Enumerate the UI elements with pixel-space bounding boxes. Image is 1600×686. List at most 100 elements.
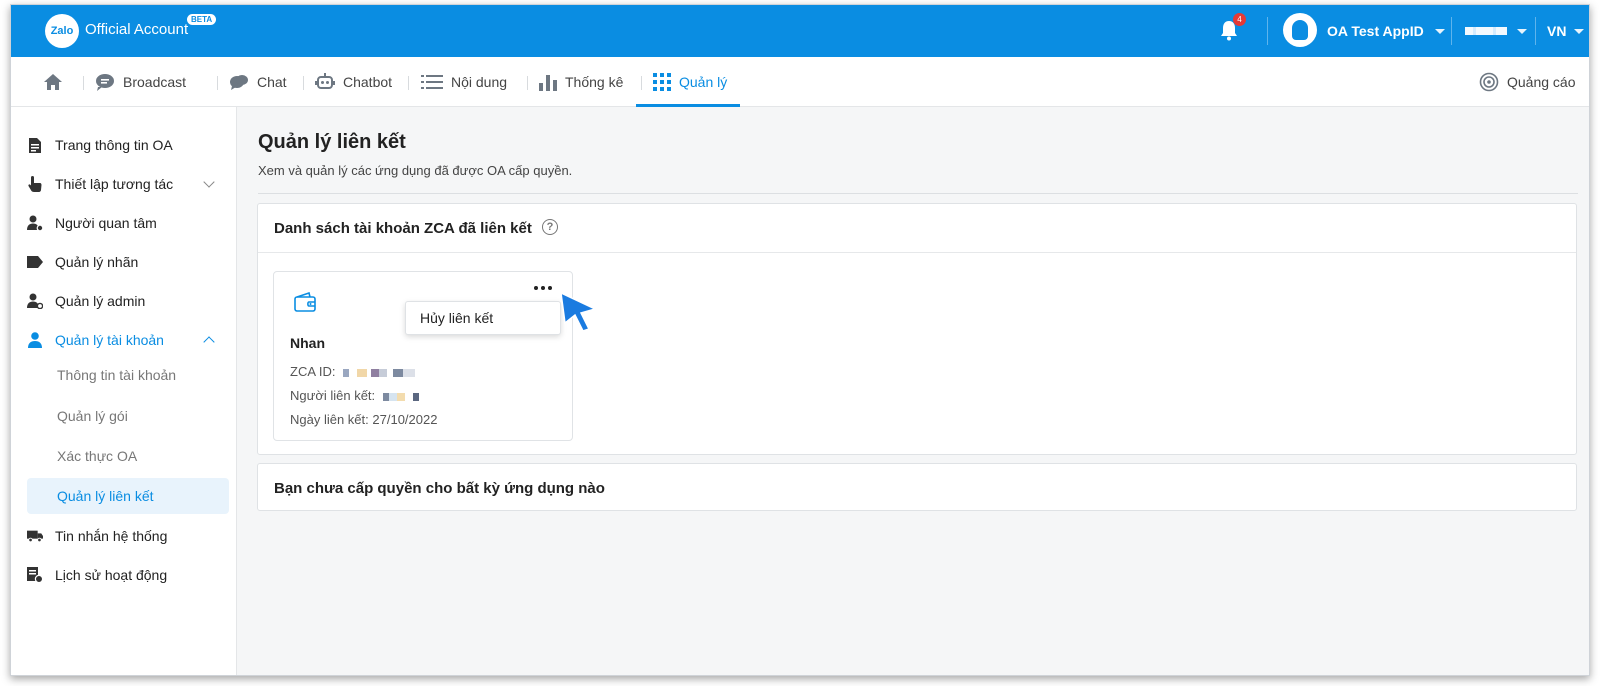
- panel-title: Danh sách tài khoản ZCA đã liên kết: [274, 220, 532, 237]
- tab-statistics[interactable]: Thống kê: [539, 57, 623, 107]
- divider: [1267, 17, 1268, 45]
- robot-icon: [315, 73, 335, 91]
- divider: [1535, 17, 1536, 45]
- sidebar-subitem-packages[interactable]: Quản lý gói: [27, 398, 229, 434]
- tab-label: Broadcast: [123, 74, 187, 90]
- divider: [258, 193, 1578, 194]
- redacted-zca-id: [343, 368, 416, 377]
- more-options-icon[interactable]: [534, 286, 552, 290]
- grid-icon: [653, 73, 671, 91]
- tab-label: Quản lý: [679, 74, 728, 90]
- panel-title: Bạn chưa cấp quyền cho bất kỳ ứng dụng n…: [274, 480, 605, 497]
- sidebar-item-label: Thiết lập tương tác: [55, 176, 174, 192]
- tab-label: Thống kê: [565, 74, 624, 90]
- cursor-pointer-icon: [560, 291, 598, 332]
- divider: [1451, 17, 1452, 45]
- sidebar-item-label: Tin nhắn hệ thống: [55, 528, 168, 544]
- sidebar-item-oa-info[interactable]: Trang thông tin OA: [27, 127, 221, 163]
- page-title: Quản lý liên kết: [258, 131, 406, 153]
- chevron-down-icon[interactable]: [1435, 29, 1445, 34]
- page-subtitle: Xem và quản lý các ứng dụng đã được OA c…: [258, 163, 573, 178]
- tab-chatbot[interactable]: Chatbot: [315, 57, 392, 107]
- sidebar-item-system-messages[interactable]: Tin nhắn hệ thống: [27, 518, 221, 554]
- chevron-down-icon[interactable]: [1574, 29, 1584, 34]
- linker-row: Người liên kết:: [290, 388, 425, 403]
- home-icon: [44, 74, 62, 90]
- truck-icon: [27, 528, 43, 544]
- tab-broadcast[interactable]: Broadcast: [95, 57, 186, 107]
- user-admin-icon: [27, 293, 43, 309]
- ads-label: Quảng cáo: [1507, 74, 1576, 90]
- zca-id-row: ZCA ID:: [290, 364, 416, 379]
- history-document-icon: [27, 567, 43, 583]
- tab-content[interactable]: Nội dung: [421, 57, 507, 107]
- sidebar-subitem-label: Thông tin tài khoản: [57, 367, 177, 383]
- target-icon: [1479, 72, 1499, 92]
- sidebar-item-interaction-settings[interactable]: Thiết lập tương tác: [27, 166, 221, 202]
- nav-divider: [408, 76, 409, 90]
- document-icon: [27, 137, 43, 153]
- top-bar: Zalo Official Account BETA 4 OA Test App…: [11, 5, 1589, 57]
- sidebar-subitem-label: Quản lý liên kết: [57, 488, 154, 504]
- user-settings-icon: [27, 215, 43, 231]
- zalo-logo[interactable]: Zalo: [45, 14, 79, 48]
- list-icon: [421, 74, 443, 90]
- tab-management[interactable]: Quản lý: [653, 57, 727, 107]
- sidebar-item-labels[interactable]: Quản lý nhãn: [27, 244, 221, 280]
- tag-icon: [27, 254, 43, 270]
- help-icon[interactable]: ?: [542, 219, 558, 235]
- bar-chart-icon: [539, 73, 557, 91]
- sidebar-item-label: Quản lý admin: [55, 293, 146, 309]
- wallet-icon: [294, 291, 316, 315]
- hand-pointer-icon: [27, 176, 43, 192]
- chevron-up-icon: [203, 336, 215, 348]
- tab-chat[interactable]: Chat: [229, 57, 287, 107]
- authorized-apps-panel: Bạn chưa cấp quyền cho bất kỳ ứng dụng n…: [257, 463, 1577, 511]
- sidebar-item-account[interactable]: Quản lý tài khoản: [27, 322, 221, 358]
- beta-badge: BETA: [187, 14, 217, 25]
- sidebar-item-followers[interactable]: Người quan tâm: [27, 205, 221, 241]
- sidebar-subitem-verify-oa[interactable]: Xác thực OA: [27, 438, 229, 474]
- sidebar-subitem-account-info[interactable]: Thông tin tài khoản: [27, 357, 229, 393]
- sidebar-item-label: Lịch sử hoạt động: [55, 567, 168, 583]
- zca-account-card: Nhan ZCA ID: Người liên kết: Ngày liên k…: [273, 271, 573, 441]
- nav-divider: [641, 76, 642, 90]
- link-date-row: Ngày liên kết: 27/10/2022: [290, 412, 437, 427]
- tab-label: Nội dung: [451, 74, 508, 90]
- sidebar-subitem-label: Quản lý gói: [57, 408, 128, 424]
- sidebar-item-activity-history[interactable]: Lịch sử hoạt động: [27, 557, 221, 593]
- account-avatar[interactable]: [1283, 13, 1317, 47]
- linker-label: Người liên kết:: [290, 388, 376, 403]
- nav-divider: [303, 76, 304, 90]
- home-tab[interactable]: [43, 57, 63, 107]
- tab-label: Chatbot: [343, 74, 393, 90]
- sidebar-item-label: Trang thông tin OA: [55, 137, 173, 153]
- chat-icon: [229, 73, 249, 91]
- unlink-menu-item[interactable]: Hủy liên kết: [405, 301, 561, 335]
- user-menu-redacted[interactable]: [1465, 27, 1507, 35]
- ads-link[interactable]: Quảng cáo: [1479, 57, 1576, 107]
- sidebar-subitem-label: Xác thực OA: [57, 448, 138, 464]
- sidebar-item-label: Quản lý nhãn: [55, 254, 139, 270]
- divider: [258, 252, 1576, 253]
- user-icon: [27, 332, 43, 348]
- app-window: Zalo Official Account BETA 4 OA Test App…: [10, 4, 1590, 676]
- tab-label: Chat: [257, 74, 287, 90]
- sidebar-item-admin[interactable]: Quản lý admin: [27, 283, 221, 319]
- chevron-down-icon[interactable]: [1517, 29, 1527, 34]
- account-name[interactable]: OA Test AppID: [1327, 23, 1424, 39]
- nav-divider: [527, 76, 528, 90]
- link-date-label: Ngày liên kết:: [290, 412, 369, 427]
- link-date-value: 27/10/2022: [372, 412, 438, 427]
- language-selector[interactable]: VN: [1547, 23, 1566, 39]
- main-nav: Broadcast Chat Chatbot Nội dung Thống kê…: [11, 57, 1589, 107]
- chat-bubble-icon: [95, 73, 115, 91]
- nav-divider: [83, 76, 84, 90]
- sidebar-subitem-link-management[interactable]: Quản lý liên kết: [27, 478, 229, 514]
- zca-id-label: ZCA ID:: [290, 364, 336, 379]
- account-card-name: Nhan: [290, 335, 325, 351]
- active-tab-indicator: [636, 104, 740, 107]
- sidebar-item-label: Quản lý tài khoản: [55, 332, 164, 348]
- redacted-linker: [382, 392, 425, 401]
- unlink-label: Hủy liên kết: [420, 310, 494, 326]
